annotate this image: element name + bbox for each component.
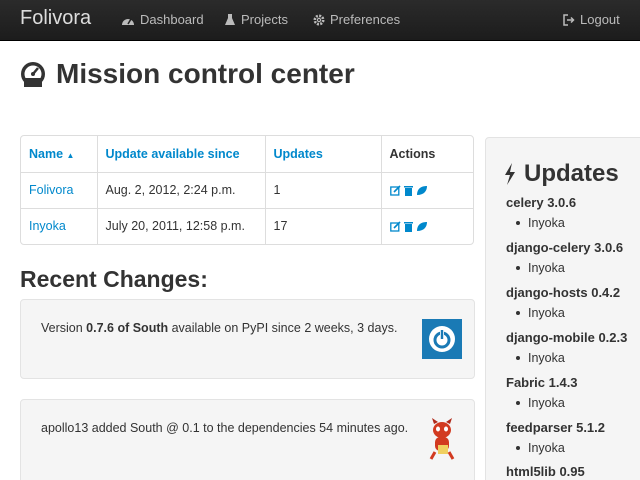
nav-preferences-label: Preferences bbox=[330, 12, 401, 27]
project-link[interactable]: Folivora bbox=[29, 183, 73, 197]
dependent-project: Inyoka bbox=[516, 441, 605, 455]
dependent-project: Inyoka bbox=[516, 351, 627, 365]
devil-avatar-icon bbox=[429, 418, 455, 460]
nav-dashboard-label: Dashboard bbox=[140, 12, 204, 27]
sort-up-icon: ▲ bbox=[66, 150, 75, 160]
nav-preferences[interactable]: Preferences bbox=[313, 12, 400, 27]
update-item: html5lib 0.95 bbox=[506, 464, 585, 479]
package-name: feedparser 5.1.2 bbox=[506, 420, 606, 435]
projects-table: Name ▲ Update available since Updates Ac… bbox=[20, 135, 474, 245]
bullet-icon bbox=[516, 446, 520, 450]
bullet-icon bbox=[516, 401, 520, 405]
nav-projects-label: Projects bbox=[241, 12, 288, 27]
power-icon bbox=[429, 326, 455, 352]
bullet-icon bbox=[516, 266, 520, 270]
dependent-project: Inyoka bbox=[516, 306, 620, 320]
page-title-text: Mission control center bbox=[56, 58, 355, 89]
column-header-actions: Actions bbox=[389, 146, 436, 161]
update-since-cell: July 20, 2011, 12:58 p.m. bbox=[97, 208, 266, 244]
update-since-cell: Aug. 2, 2012, 2:24 p.m. bbox=[97, 172, 266, 208]
column-header-updates[interactable]: Updates bbox=[265, 136, 382, 172]
updates-count-cell: 1 bbox=[265, 172, 382, 208]
package-name: django-hosts 0.4.2 bbox=[506, 285, 621, 300]
update-item: django-mobile 0.2.3 Inyoka bbox=[506, 330, 627, 365]
navbar: Folivora Dashboard Projects Preferences … bbox=[0, 0, 640, 41]
column-header-since[interactable]: Update available since bbox=[97, 136, 266, 172]
page-title: Mission control center bbox=[20, 58, 355, 90]
logout-button[interactable]: Logout bbox=[563, 12, 620, 27]
logout-icon bbox=[563, 13, 575, 26]
bullet-icon bbox=[516, 221, 520, 225]
update-item: feedparser 5.1.2 Inyoka bbox=[506, 420, 605, 455]
project-link[interactable]: Inyoka bbox=[29, 219, 66, 233]
dependent-project: Inyoka bbox=[516, 396, 578, 410]
trash-icon[interactable] bbox=[403, 221, 413, 232]
bullet-icon bbox=[516, 311, 520, 315]
update-item: django-celery 3.0.6 Inyoka bbox=[506, 240, 623, 275]
change-text: apollo13 added South @ 0.1 to the depend… bbox=[41, 421, 409, 435]
package-name: Fabric 1.4.3 bbox=[506, 375, 578, 390]
nav-projects[interactable]: Projects bbox=[224, 12, 288, 27]
edit-icon[interactable] bbox=[389, 221, 401, 232]
dependent-project: Inyoka bbox=[516, 261, 623, 275]
devil-avatar bbox=[422, 418, 462, 460]
change-item: apollo13 added South @ 0.1 to the depend… bbox=[20, 399, 475, 480]
leaf-icon[interactable] bbox=[416, 185, 428, 196]
update-item: Fabric 1.4.3 Inyoka bbox=[506, 375, 578, 410]
dependent-project: Inyoka bbox=[516, 216, 576, 230]
package-name: django-mobile 0.2.3 bbox=[506, 330, 628, 345]
table-row: Inyoka July 20, 2011, 12:58 p.m. 17 bbox=[21, 208, 473, 244]
bullet-icon bbox=[516, 356, 520, 360]
sort-since-link[interactable]: Update available since bbox=[106, 147, 240, 161]
flask-icon bbox=[225, 13, 235, 25]
bolt-icon bbox=[505, 163, 515, 185]
logout-label: Logout bbox=[580, 12, 620, 27]
updates-count-cell: 17 bbox=[265, 208, 382, 244]
row-actions bbox=[389, 184, 466, 196]
updates-title: Updates bbox=[504, 160, 619, 188]
recent-changes-title: Recent Changes: bbox=[20, 266, 208, 292]
change-text: Version 0.7.6 of South available on PyPI… bbox=[41, 321, 398, 335]
row-actions bbox=[389, 221, 466, 232]
update-item: django-hosts 0.4.2 Inyoka bbox=[506, 285, 620, 320]
update-item: celery 3.0.6 Inyoka bbox=[506, 195, 576, 230]
column-header-name[interactable]: Name ▲ bbox=[21, 136, 98, 172]
brand-logo[interactable]: Folivora bbox=[20, 7, 91, 30]
updates-panel: Updates celery 3.0.6 Inyoka django-celer… bbox=[485, 137, 640, 480]
sort-updates-link[interactable]: Updates bbox=[274, 147, 323, 161]
edit-icon[interactable] bbox=[389, 184, 401, 196]
dashboard-icon bbox=[122, 18, 134, 25]
leaf-icon[interactable] bbox=[416, 221, 428, 232]
gear-icon bbox=[313, 14, 325, 25]
package-name: django-celery 3.0.6 bbox=[506, 240, 624, 255]
change-item: Version 0.7.6 of South available on PyPI… bbox=[20, 299, 475, 379]
table-row: Folivora Aug. 2, 2012, 2:24 p.m. 1 bbox=[21, 172, 473, 208]
nav-dashboard[interactable]: Dashboard bbox=[121, 12, 204, 27]
package-name: html5lib 0.95 bbox=[506, 464, 585, 479]
trash-icon[interactable] bbox=[403, 185, 413, 196]
power-logo bbox=[422, 319, 462, 359]
sort-name-link[interactable]: Name ▲ bbox=[29, 147, 74, 161]
package-name: celery 3.0.6 bbox=[506, 195, 577, 210]
dashboard-icon bbox=[21, 62, 45, 87]
